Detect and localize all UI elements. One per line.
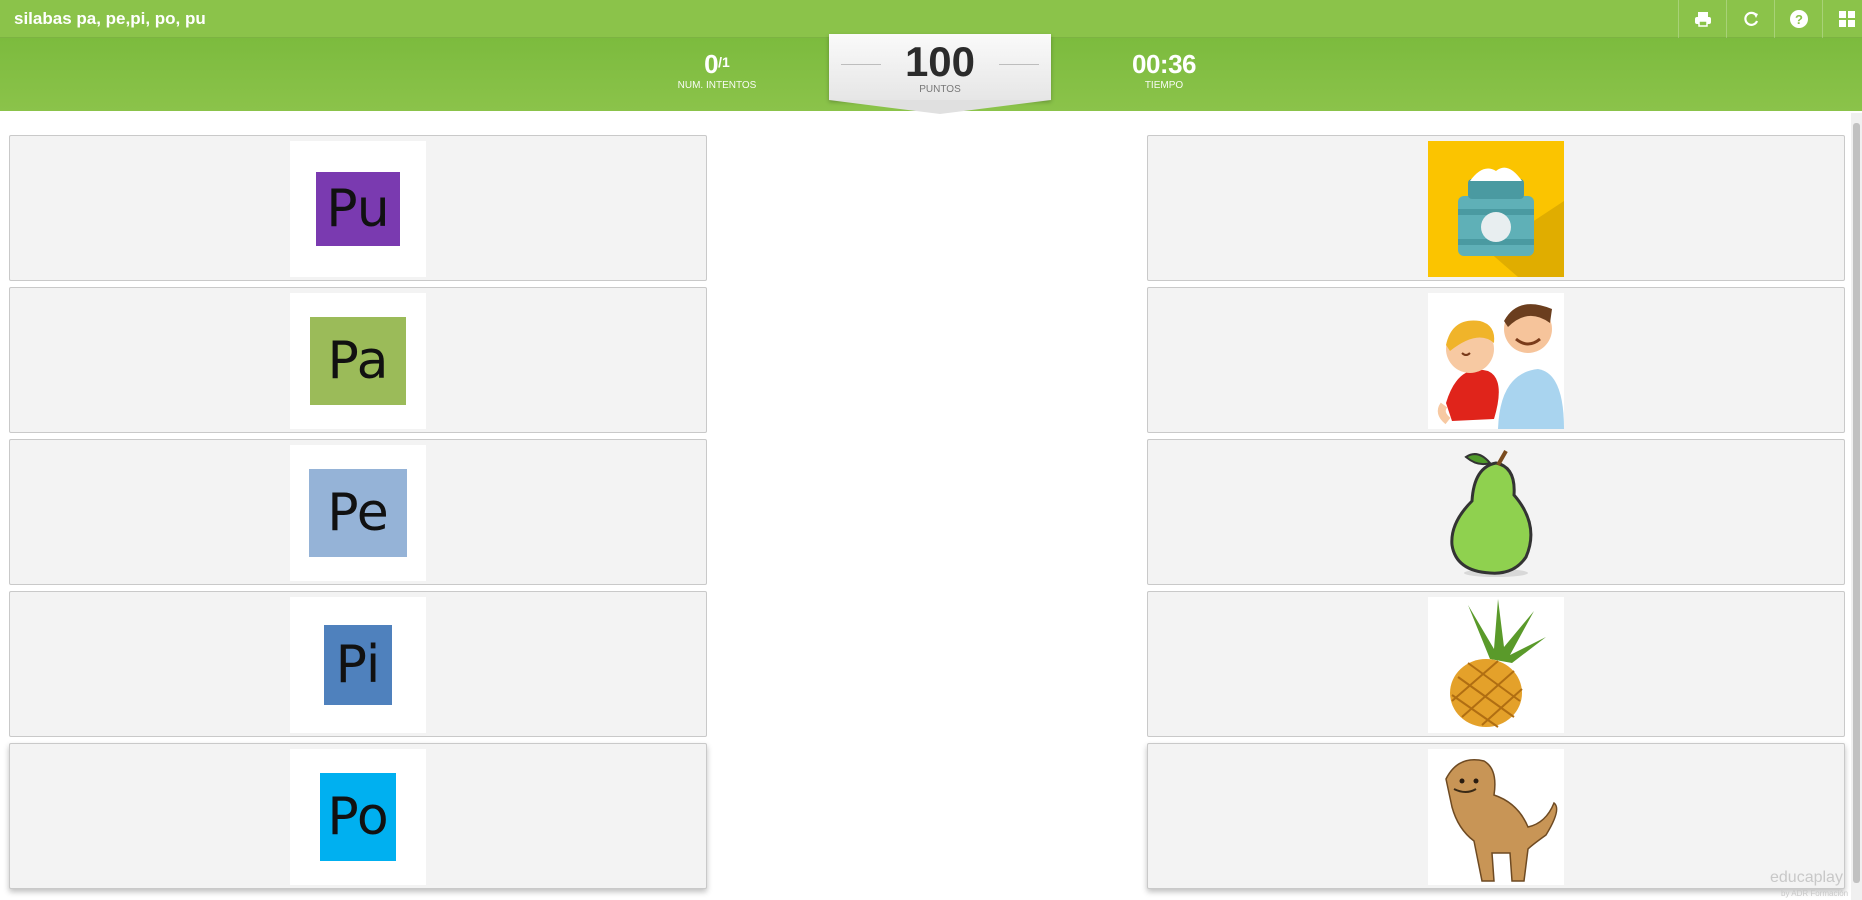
syllable-tile: Pe xyxy=(290,445,426,581)
title-bar: silabas pa, pe,pi, po, pu ? xyxy=(0,0,1862,38)
syllable-card[interactable]: Pu xyxy=(9,135,707,281)
brand-logo: educaplay xyxy=(1770,869,1843,886)
syllable-tile: Pa xyxy=(290,293,426,429)
picture-card[interactable] xyxy=(1147,287,1845,433)
pineapple-image xyxy=(1428,597,1564,733)
points-card-tip xyxy=(829,100,1051,114)
syllable-tile: Po xyxy=(290,749,426,885)
svg-text:?: ? xyxy=(1795,12,1803,27)
picture-card[interactable] xyxy=(1147,743,1845,889)
puma-image xyxy=(1428,749,1564,885)
restart-icon xyxy=(1743,11,1758,26)
syllable-card[interactable]: Pe xyxy=(9,439,707,585)
picture-column xyxy=(1147,135,1845,895)
points-card: 100 PUNTOS xyxy=(829,34,1051,114)
points-value: 100 xyxy=(904,38,976,85)
help-icon: ? xyxy=(1789,10,1808,28)
attempts-label: NUM. INTENTOS xyxy=(677,80,757,91)
scrollbar-thumb[interactable] xyxy=(1853,123,1860,883)
cream-jar-image xyxy=(1428,141,1564,277)
syllable-pu: Pu xyxy=(316,172,400,246)
help-button[interactable]: ? xyxy=(1774,0,1822,38)
print-button[interactable] xyxy=(1678,0,1726,38)
syllable-card[interactable]: Pi xyxy=(9,591,707,737)
picture-card[interactable] xyxy=(1147,135,1845,281)
syllable-column: Pu Pa Pe Pi Po xyxy=(9,135,707,895)
attempts-stat: 0/1 NUM. INTENTOS xyxy=(657,49,777,91)
print-icon xyxy=(1694,12,1711,27)
time-stat: 00:36 TIEMPO xyxy=(1104,49,1224,91)
time-label: TIEMPO xyxy=(1144,80,1184,91)
syllable-tile: Pu xyxy=(290,141,426,277)
brand-subtitle: by ADR Formación xyxy=(1781,889,1849,898)
syllable-tile: Pi xyxy=(290,597,426,733)
time-value: 00:36 xyxy=(1132,49,1197,79)
restart-button[interactable] xyxy=(1726,0,1774,38)
syllable-card[interactable]: Pa xyxy=(9,287,707,433)
points-label: PUNTOS xyxy=(919,84,961,95)
attempts-total: /1 xyxy=(718,54,730,70)
syllable-po: Po xyxy=(320,773,396,861)
vertical-scrollbar[interactable] xyxy=(1851,113,1862,900)
syllable-card[interactable]: Po xyxy=(9,743,707,889)
activity-title: silabas pa, pe,pi, po, pu xyxy=(14,9,206,28)
syllable-pa: Pa xyxy=(310,317,406,405)
father-and-son-image xyxy=(1428,293,1564,429)
grid-icon xyxy=(1838,11,1855,27)
menu-grid-button[interactable] xyxy=(1822,0,1862,38)
pear-image xyxy=(1428,445,1564,581)
syllable-pe: Pe xyxy=(309,469,407,557)
attempts-value: 0 xyxy=(704,49,719,79)
picture-card[interactable] xyxy=(1147,591,1845,737)
picture-card[interactable] xyxy=(1147,439,1845,585)
syllable-pi: Pi xyxy=(324,625,392,705)
